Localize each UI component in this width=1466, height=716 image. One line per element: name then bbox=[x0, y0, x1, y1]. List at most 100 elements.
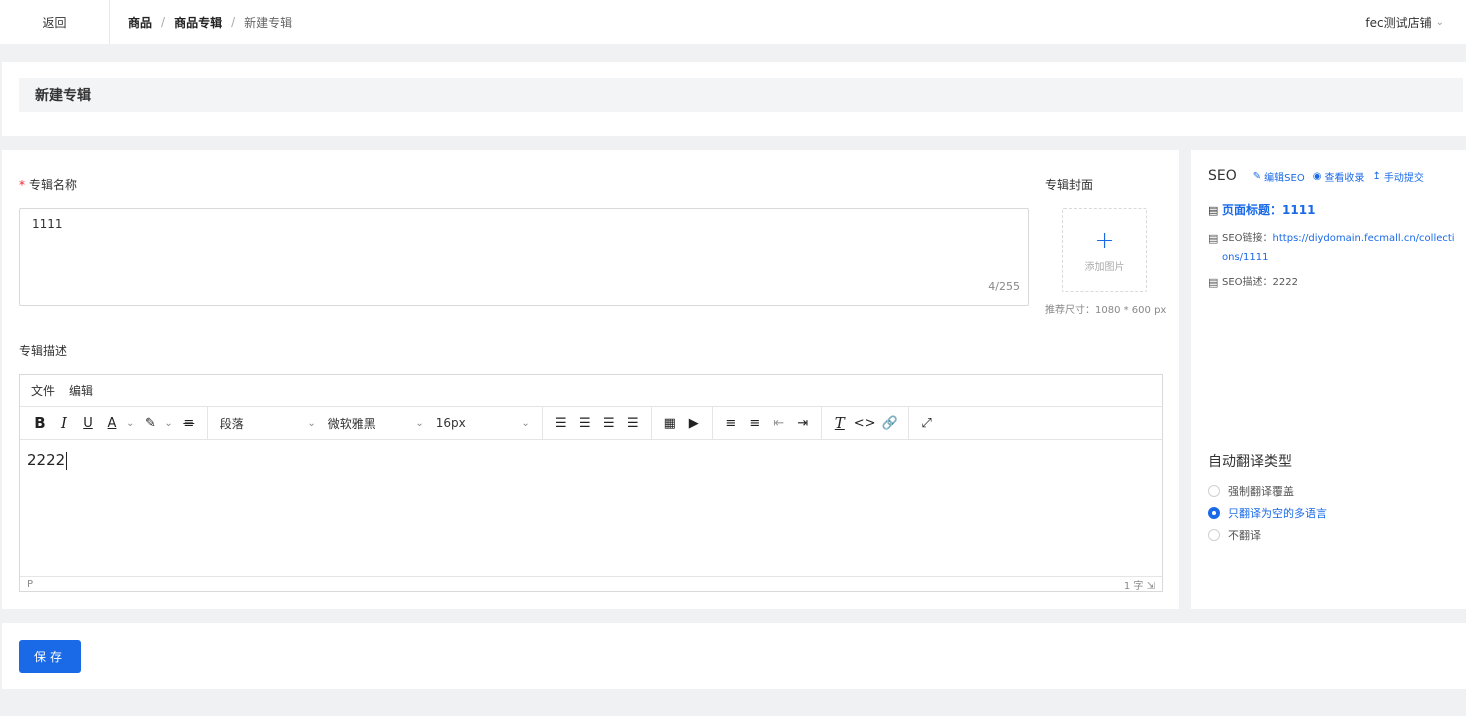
toolbar-divider bbox=[907, 406, 909, 440]
char-counter: 4/255 bbox=[988, 280, 1020, 293]
menu-edit[interactable]: 编辑 bbox=[69, 382, 93, 399]
align-justify-icon[interactable]: ☰ bbox=[621, 411, 645, 435]
block-format-value: 段落 bbox=[219, 416, 244, 431]
resize-handle-icon[interactable]: ⇲ bbox=[1147, 581, 1155, 592]
toolbar-divider bbox=[650, 406, 652, 440]
indent-icon[interactable]: ⇥ bbox=[791, 411, 815, 435]
breadcrumb-separator: / bbox=[231, 15, 236, 29]
manual-submit-link[interactable]: ↥ 手动提交 bbox=[1372, 169, 1423, 184]
breadcrumb-separator: / bbox=[161, 15, 166, 29]
block-format-select[interactable]: 段落 ⌄ bbox=[214, 411, 322, 435]
chevron-down-icon: ⌄ bbox=[521, 417, 530, 429]
radio-translate-empty-only[interactable]: 只翻译为空的多语言 bbox=[1208, 505, 1327, 521]
word-count-text: 1 字 bbox=[1123, 580, 1144, 592]
seo-panel: SEO ✎ 编辑SEO ◉ 查看收录 ↥ 手动提交 ▤ 页面标题： 1111 ▤ SEO… bbox=[1191, 150, 1466, 609]
align-center-icon[interactable]: ☰ bbox=[573, 411, 597, 435]
outdent-icon[interactable]: ⇤ bbox=[767, 411, 791, 435]
underline-button[interactable]: U bbox=[76, 411, 100, 435]
insert-media-icon[interactable]: ▶ bbox=[682, 411, 706, 435]
breadcrumb-item-collections[interactable]: 商品专辑 bbox=[174, 14, 222, 31]
cover-size-hint: 推荐尺寸：1080 * 600 px bbox=[1045, 305, 1167, 316]
album-name-textarea[interactable]: 1111 4/255 bbox=[19, 208, 1029, 306]
text-caret bbox=[66, 451, 68, 470]
breadcrumb-item-products[interactable]: 商品 bbox=[128, 14, 152, 31]
radio-button[interactable] bbox=[1208, 529, 1220, 541]
editor-content-text: 2222 bbox=[27, 451, 66, 469]
edit-seo-label: 编辑SEO bbox=[1264, 172, 1305, 184]
album-name-value: 1111 bbox=[32, 217, 63, 231]
seo-description-value: 2222 bbox=[1272, 277, 1298, 288]
clear-format-icon[interactable]: T bbox=[828, 411, 852, 435]
seo-link-label: SEO链接： bbox=[1222, 233, 1273, 244]
radio-label: 只翻译为空的多语言 bbox=[1228, 507, 1327, 520]
page-title: 新建专辑 bbox=[19, 78, 1463, 112]
bullet-list-icon[interactable]: ≡ bbox=[719, 411, 743, 435]
save-button[interactable]: 保存 bbox=[19, 640, 81, 673]
font-size-select[interactable]: 16px ⌄ bbox=[430, 411, 536, 435]
upload-icon: ↥ bbox=[1372, 170, 1381, 182]
seo-title: SEO bbox=[1208, 168, 1237, 184]
align-right-icon[interactable]: ☰ bbox=[597, 411, 621, 435]
chevron-down-icon: ⌄ bbox=[415, 417, 424, 429]
numbered-list-icon[interactable]: ≡ bbox=[743, 411, 767, 435]
seo-header: SEO ✎ 编辑SEO ◉ 查看收录 ↥ 手动提交 bbox=[1208, 168, 1432, 184]
align-left-icon[interactable]: ☰ bbox=[549, 411, 573, 435]
name-label-text: 专辑名称 bbox=[29, 178, 78, 192]
cover-upload-button[interactable]: + 添加图片 bbox=[1062, 208, 1147, 292]
seo-page-title-label: 页面标题： bbox=[1222, 203, 1283, 217]
breadcrumb-item-current: 新建专辑 bbox=[244, 15, 293, 30]
cover-label: 专辑封面 bbox=[1045, 178, 1094, 192]
eye-icon: ◉ bbox=[1312, 170, 1322, 182]
text-color-button[interactable]: A bbox=[100, 411, 124, 435]
view-indexing-label: 查看收录 bbox=[1324, 172, 1365, 184]
seo-description-label: SEO描述： bbox=[1222, 277, 1273, 288]
font-family-select[interactable]: 微软雅黑 ⌄ bbox=[322, 411, 430, 435]
insert-image-icon[interactable]: ▦ bbox=[658, 411, 682, 435]
radio-button[interactable] bbox=[1208, 485, 1220, 497]
radio-no-translate[interactable]: 不翻译 bbox=[1208, 527, 1261, 543]
back-button[interactable]: 返回 bbox=[0, 0, 110, 44]
store-switcher[interactable]: fec测试店铺 ⌄ bbox=[1365, 0, 1444, 44]
highlight-color-icon[interactable]: ✎ bbox=[138, 411, 162, 435]
toolbar-divider bbox=[820, 406, 822, 440]
top-bar: 返回 商品 / 商品专辑 / 新建专辑 fec测试店铺 ⌄ bbox=[0, 0, 1466, 44]
strikethrough-icon[interactable]: ≡ bbox=[177, 411, 201, 435]
add-image-text: 添加图片 bbox=[1084, 261, 1125, 273]
element-path[interactable]: P bbox=[27, 579, 33, 590]
link-icon[interactable]: 🔗 bbox=[878, 411, 902, 435]
italic-button[interactable]: I bbox=[52, 411, 76, 435]
chevron-down-icon[interactable]: ⌄ bbox=[164, 418, 172, 429]
document-icon: ▤ bbox=[1208, 204, 1219, 217]
description-label: 专辑描述 bbox=[19, 344, 68, 358]
radio-force-overwrite[interactable]: 强制翻译覆盖 bbox=[1208, 483, 1294, 499]
bold-button[interactable]: B bbox=[28, 411, 52, 435]
toolbar-divider bbox=[711, 406, 713, 440]
menu-file[interactable]: 文件 bbox=[31, 382, 55, 399]
radio-label: 不翻译 bbox=[1228, 529, 1261, 542]
action-bar: 保存 bbox=[2, 623, 1466, 689]
chevron-down-icon[interactable]: ⌄ bbox=[126, 418, 134, 429]
view-indexing-link[interactable]: ◉ 查看收录 bbox=[1313, 169, 1365, 184]
auto-translate-label: 自动翻译类型 bbox=[1208, 454, 1292, 470]
manual-submit-label: 手动提交 bbox=[1383, 172, 1424, 184]
toolbar-divider bbox=[206, 406, 208, 440]
seo-link-row: ▤ SEO链接：https://diydomain.fecmall.cn/col… bbox=[1208, 229, 1458, 267]
edit-seo-link[interactable]: ✎ 编辑SEO bbox=[1253, 169, 1305, 184]
editor-toolbar: B I U A ⌄ ✎ ⌄ ≡ 段落 ⌄ 微软雅黑 ⌄ 16px ⌄ ☰ ☰ ☰ ☰ … bbox=[20, 406, 1162, 440]
rich-text-editor: 文件 编辑 B I U A ⌄ ✎ ⌄ ≡ 段落 ⌄ 微软雅黑 ⌄ 16px ⌄ ☰ … bbox=[19, 374, 1163, 592]
pencil-icon: ✎ bbox=[1252, 170, 1262, 182]
toolbar-divider bbox=[541, 406, 543, 440]
name-field-label: * 专辑名称 bbox=[19, 176, 77, 193]
editor-content[interactable]: 2222 bbox=[20, 440, 1162, 576]
font-family-value: 微软雅黑 bbox=[327, 416, 376, 431]
seo-page-title-row: ▤ 页面标题： 1111 bbox=[1208, 201, 1315, 220]
chevron-down-icon: ⌄ bbox=[307, 417, 316, 429]
chevron-down-icon: ⌄ bbox=[1435, 16, 1444, 28]
radio-button[interactable] bbox=[1208, 507, 1220, 519]
code-icon[interactable]: <> bbox=[852, 411, 878, 435]
radio-label: 强制翻译覆盖 bbox=[1228, 485, 1294, 498]
store-name: fec测试店铺 bbox=[1365, 15, 1432, 30]
page-header-card: 新建专辑 bbox=[2, 62, 1466, 136]
fullscreen-icon[interactable]: ⤢ bbox=[915, 411, 939, 435]
form-card: * 专辑名称 1111 4/255 专辑封面 + 添加图片 推荐尺寸：1080 *… bbox=[2, 150, 1179, 609]
